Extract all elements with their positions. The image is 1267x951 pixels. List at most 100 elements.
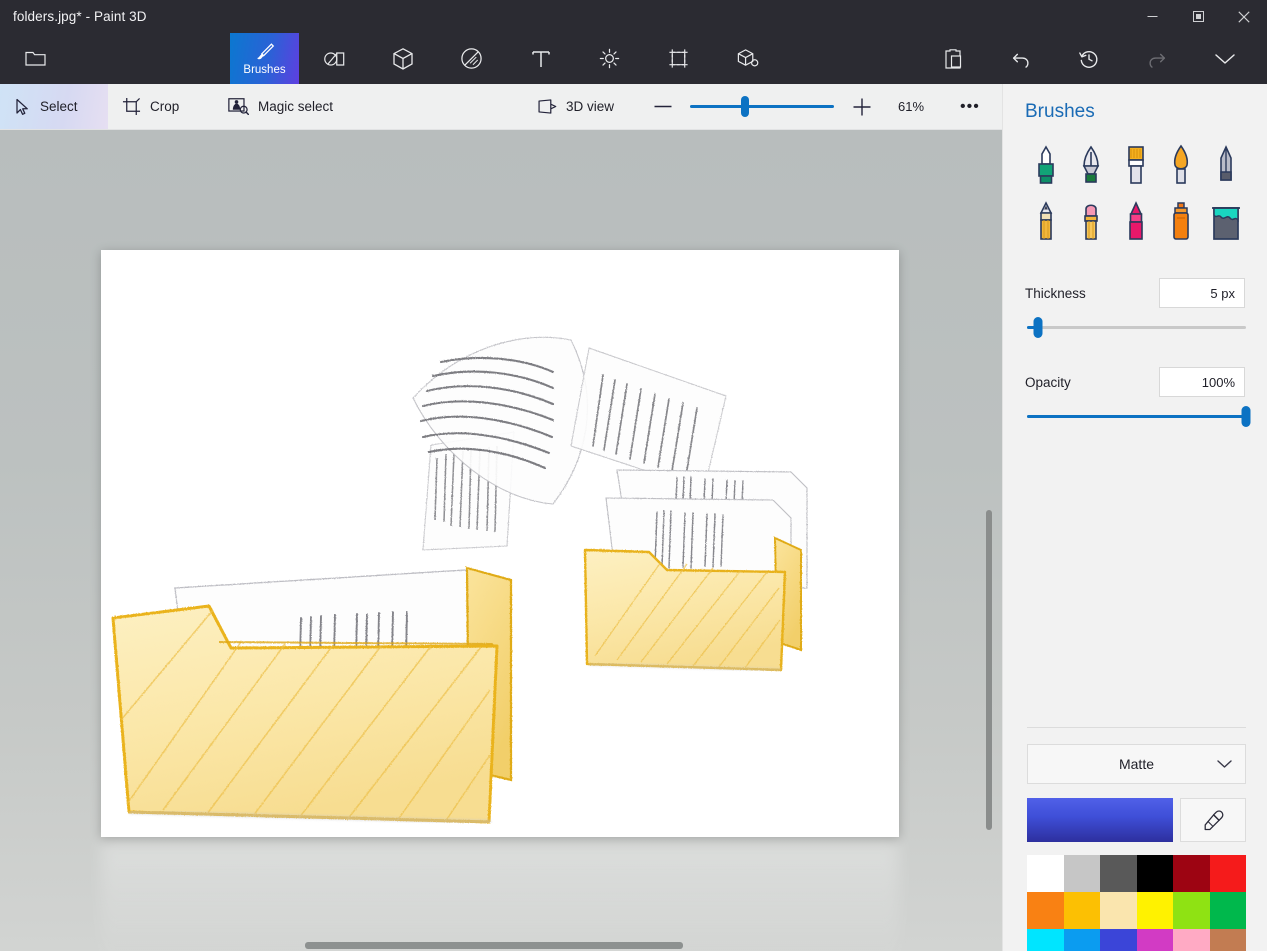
select-tool[interactable]: Select [14,84,78,129]
swatch-indigo[interactable] [1100,929,1137,951]
tab-effects[interactable] [575,33,644,84]
tab-brushes-label: Brushes [243,64,286,76]
swatch-black[interactable] [1136,855,1173,892]
eyedropper-button[interactable] [1180,798,1246,842]
history-icon [1079,50,1098,68]
canvas-artboard[interactable] [101,250,899,837]
chevron-down-icon [1215,53,1235,64]
material-value: Matte [1118,756,1154,772]
swatch-pink[interactable] [1173,929,1210,951]
material-dropdown[interactable]: Matte [1027,744,1246,784]
brush-oil[interactable] [1113,137,1158,193]
maximize-button[interactable] [1175,0,1221,33]
tab-2d-shapes[interactable] [299,33,368,84]
swatch-blue[interactable] [1063,929,1100,951]
brush-spray-can[interactable] [1158,193,1203,249]
close-button[interactable] [1221,0,1267,33]
swatch-dark-grey[interactable] [1100,855,1137,892]
zoom-in-button[interactable] [845,84,879,129]
horizontal-scrollbar[interactable] [305,942,683,949]
minimize-button[interactable] [1129,0,1175,33]
brush-watercolour[interactable] [1158,137,1203,193]
tab-3d-shapes[interactable] [368,33,437,84]
canvas-icon [669,49,688,68]
tab-text[interactable] [506,33,575,84]
minimize-icon [1147,16,1157,17]
swatch-yellow[interactable] [1136,892,1173,929]
brush-pencil[interactable] [1023,193,1068,249]
brushes-panel: Brushes Thickness 5 px Opacity 100% Matt… [1002,84,1267,951]
title-bar: folders.jpg* - Paint 3D [0,0,1267,33]
chevron-down-icon [1217,760,1232,769]
pixel-pen-icon [1219,145,1232,181]
brush-marker[interactable] [1023,137,1068,193]
ribbon-toolbar: Brushes [0,33,1267,84]
brush-calligraphy-pen[interactable] [1068,137,1113,193]
swatch-white[interactable] [1027,855,1064,892]
thickness-row: Thickness 5 px [1025,276,1245,310]
more-options-button[interactable]: ••• [960,84,980,129]
fill-bucket-icon [1211,207,1240,240]
marker-icon [1037,145,1054,184]
thickness-value[interactable]: 5 px [1159,278,1245,308]
tab-3d-library[interactable] [713,33,782,84]
zoom-slider-thumb[interactable] [740,96,749,117]
text-icon [531,50,550,67]
effects-icon [599,48,620,69]
magic-select-label: Magic select [258,99,334,114]
crop-tool[interactable]: Crop [122,84,179,129]
eyedropper-icon [1204,810,1224,831]
2d-shapes-icon [323,51,344,66]
paste-button[interactable] [919,33,987,84]
thickness-slider-thumb[interactable] [1033,317,1043,338]
3d-view-icon [538,99,557,114]
crop-icon [122,97,141,116]
window-controls [1129,0,1267,33]
swatch-lime[interactable] [1173,892,1210,929]
swatch-orange[interactable] [1027,892,1064,929]
opacity-slider-thumb[interactable] [1241,406,1251,427]
thickness-slider[interactable] [1027,317,1246,338]
zoom-out-button[interactable] [646,84,680,129]
paint3d-window: folders.jpg* - Paint 3D Brushes Select C… [0,0,1267,951]
brush-crayon[interactable] [1113,193,1158,249]
more-options-label: ••• [960,97,980,115]
canvas-workspace[interactable] [0,130,1003,951]
select-tool-label: Select [40,99,78,114]
opacity-value[interactable]: 100% [1159,367,1245,397]
brush-pixel-pen[interactable] [1203,137,1248,193]
close-icon [1238,10,1250,23]
opacity-label: Opacity [1025,374,1071,390]
ribbon-expand-button[interactable] [1191,33,1259,84]
3d-view-toggle[interactable]: 3D view [538,84,614,129]
folders-sketch-artwork [101,250,899,837]
current-colour-swatch[interactable] [1027,798,1173,842]
panel-divider [1027,727,1246,728]
tab-stickers[interactable] [437,33,506,84]
brush-grid [1023,137,1249,249]
opacity-slider[interactable] [1027,406,1251,427]
swatch-light-grey[interactable] [1063,855,1100,892]
zoom-slider[interactable] [690,96,834,117]
undo-button[interactable] [987,33,1055,84]
swatch-cream[interactable] [1100,892,1137,929]
brush-fill-bucket[interactable] [1203,193,1248,249]
calligraphy-pen-icon [1082,145,1099,183]
menu-button[interactable] [20,33,50,84]
history-button[interactable] [1055,33,1123,84]
vertical-scrollbar[interactable] [986,510,992,830]
tab-canvas[interactable] [644,33,713,84]
swatch-amber[interactable] [1063,892,1100,929]
brush-eraser[interactable] [1068,193,1113,249]
redo-icon [1149,53,1166,68]
swatch-cyan[interactable] [1027,929,1064,951]
swatch-red[interactable] [1209,855,1246,892]
swatch-brown[interactable] [1209,929,1246,951]
opacity-slider-fill [1027,415,1246,418]
swatch-dark-red[interactable] [1173,855,1210,892]
swatch-green[interactable] [1209,892,1246,929]
magic-select-tool[interactable]: Magic select [228,84,333,129]
clipboard-icon [945,48,962,69]
swatch-magenta[interactable] [1136,929,1173,951]
tab-brushes[interactable]: Brushes [230,33,299,84]
